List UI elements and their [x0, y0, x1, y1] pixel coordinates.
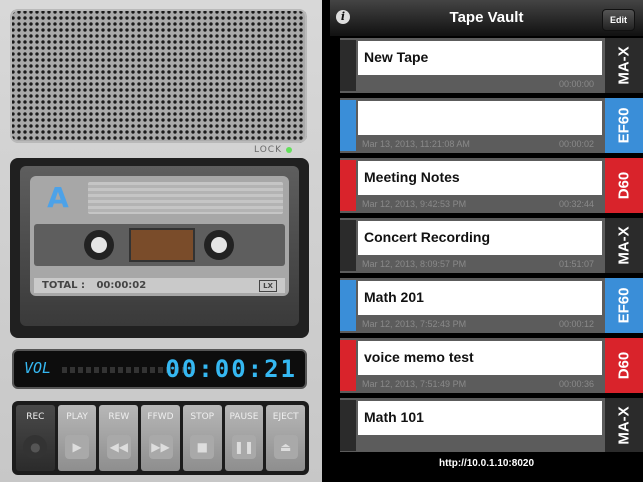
- record-icon: ●: [23, 435, 48, 459]
- tape-duration: 00:00:02: [558, 139, 594, 149]
- tape-label: [358, 101, 602, 135]
- tape-label: Math 101: [358, 401, 602, 435]
- tape-type: D60: [615, 171, 633, 200]
- tape-row[interactable]: New Tape 00:00:00 MA-X: [340, 38, 643, 93]
- total-time-strip: TOTAL : 00:00:02 LX: [34, 278, 285, 293]
- vol-label: VOL: [24, 359, 52, 377]
- stop-icon: ■: [190, 435, 215, 459]
- tape-date: Mar 12, 2013, 8:09:57 PM: [362, 259, 467, 269]
- lx-badge: LX: [259, 280, 277, 292]
- tape-row[interactable]: Math 101 MA-X: [340, 398, 643, 453]
- pause-icon: ❚❚: [231, 435, 256, 459]
- tape-label: Concert Recording: [358, 221, 602, 255]
- right-reel-icon: [204, 230, 234, 260]
- tape-window: [129, 228, 195, 262]
- tape-date: Mar 13, 2013, 11:21:08 AM: [362, 139, 470, 149]
- edit-button[interactable]: Edit: [602, 9, 635, 31]
- tape-name: voice memo test: [364, 349, 474, 365]
- tape-type: MA-X: [615, 226, 633, 265]
- eject-icon: ⏏: [273, 435, 298, 459]
- tape-meta: Mar 12, 2013, 7:51:49 PM 00:00:36: [362, 379, 594, 389]
- tape-type: D60: [615, 351, 633, 380]
- tape-type: MA-X: [615, 406, 633, 445]
- tape-row[interactable]: voice memo test Mar 12, 2013, 7:51:49 PM 0…: [340, 338, 643, 393]
- rec-button[interactable]: REC ●: [16, 405, 55, 471]
- tape-name: Math 101: [364, 409, 424, 425]
- tape-type-badge: D60: [605, 338, 643, 393]
- stop-button[interactable]: STOP ■: [182, 405, 222, 471]
- tape-meta: Mar 12, 2013, 9:42:53 PM 00:32:44: [362, 199, 594, 209]
- tape-duration: 00:32:44: [558, 199, 594, 209]
- tape-type-badge: MA-X: [605, 218, 643, 273]
- play-button[interactable]: PLAY ▶: [57, 405, 97, 471]
- tape-row[interactable]: Mar 13, 2013, 11:21:08 AM 00:00:02 EF60: [340, 98, 643, 153]
- rewind-icon: ◀◀: [106, 435, 131, 459]
- tape-duration: 00:00:12: [558, 319, 594, 329]
- counter-display: VOL 00:00:21: [12, 349, 307, 389]
- fast-forward-icon: ▶▶: [148, 435, 173, 459]
- tape-meta: Mar 13, 2013, 11:21:08 AM 00:00:02: [362, 139, 594, 149]
- tape-label: Math 201: [358, 281, 602, 315]
- tape-color-strip: [340, 160, 356, 211]
- speaker-grille: [10, 9, 307, 143]
- cassette-label-lines: [88, 182, 283, 214]
- tape-label: voice memo test: [358, 341, 602, 375]
- lock-indicator: [286, 147, 292, 153]
- rew-button[interactable]: REW ◀◀: [99, 405, 139, 471]
- eject-button[interactable]: EJECT ⏏: [266, 405, 306, 471]
- tape-color-strip: [340, 400, 356, 451]
- tape-duration: 00:00:00: [558, 79, 594, 89]
- tape-row[interactable]: Math 201 Mar 12, 2013, 7:52:43 PM 00:00:12…: [340, 278, 643, 333]
- tape-row[interactable]: Concert Recording Mar 12, 2013, 8:09:57 P…: [340, 218, 643, 273]
- tape-type: EF60: [615, 107, 633, 144]
- tape-name: New Tape: [364, 49, 429, 65]
- tape-row[interactable]: Meeting Notes Mar 12, 2013, 9:42:53 PM 00:…: [340, 158, 643, 213]
- tape-color-strip: [340, 340, 356, 391]
- time-counter: 00:00:21: [165, 355, 297, 383]
- tape-type-badge: MA-X: [605, 398, 643, 453]
- transport-buttons: REC ● PLAY ▶ REW ◀◀ FFWD ▶▶ STOP ■ PAUSE ❚❚ EJ…: [12, 401, 309, 475]
- tape-type-badge: MA-X: [605, 38, 643, 93]
- pause-button[interactable]: PAUSE ❚❚: [224, 405, 264, 471]
- recorder-panel: LOCK A TOTAL : 00:00:02 LX VOL 00:00:21 …: [0, 0, 322, 482]
- tape-type: EF60: [615, 287, 633, 324]
- total-time: 00:00:02: [96, 280, 147, 291]
- tape-name: Meeting Notes: [364, 169, 460, 185]
- cassette-window: [34, 224, 285, 266]
- tape-type-badge: EF60: [605, 98, 643, 153]
- tape-meta: Mar 12, 2013, 7:52:43 PM 00:00:12: [362, 319, 594, 329]
- tape-vault-panel: i Tape Vault Edit New Tape 00:00:00 MA-X Ma…: [330, 0, 643, 482]
- tape-color-strip: [340, 220, 356, 271]
- tape-name: Math 201: [364, 289, 424, 305]
- tape-duration: 00:00:36: [558, 379, 594, 389]
- cassette[interactable]: A TOTAL : 00:00:02 LX: [30, 176, 289, 296]
- tape-label: Meeting Notes: [358, 161, 602, 195]
- ffwd-button[interactable]: FFWD ▶▶: [141, 405, 180, 471]
- tape-type: MA-X: [615, 46, 633, 85]
- tape-color-strip: [340, 280, 356, 331]
- left-reel-icon: [84, 230, 114, 260]
- tape-duration: 01:51:07: [558, 259, 594, 269]
- server-url: http://10.0.1.10:8020: [330, 452, 643, 482]
- tape-color-strip: [340, 40, 356, 91]
- cassette-deck: A TOTAL : 00:00:02 LX: [10, 158, 309, 338]
- tape-date: Mar 12, 2013, 7:51:49 PM: [362, 379, 467, 389]
- tape-color-strip: [340, 100, 356, 151]
- tape-name: Concert Recording: [364, 229, 491, 245]
- tape-meta: Mar 12, 2013, 8:09:57 PM 01:51:07: [362, 259, 594, 269]
- lock-label: LOCK: [254, 145, 282, 155]
- tape-date: Mar 12, 2013, 7:52:43 PM: [362, 319, 467, 329]
- tape-type-badge: D60: [605, 158, 643, 213]
- tape-label: New Tape: [358, 41, 602, 75]
- nav-bar: i Tape Vault Edit: [330, 0, 643, 37]
- tape-list: New Tape 00:00:00 MA-X Mar 13, 2013, 11:21:…: [330, 36, 643, 453]
- total-label: TOTAL :: [42, 280, 85, 291]
- cassette-side-label: A: [47, 181, 69, 214]
- play-icon: ▶: [65, 435, 90, 459]
- tape-type-badge: EF60: [605, 278, 643, 333]
- tape-date: Mar 12, 2013, 9:42:53 PM: [362, 199, 467, 209]
- page-title: Tape Vault: [449, 9, 524, 26]
